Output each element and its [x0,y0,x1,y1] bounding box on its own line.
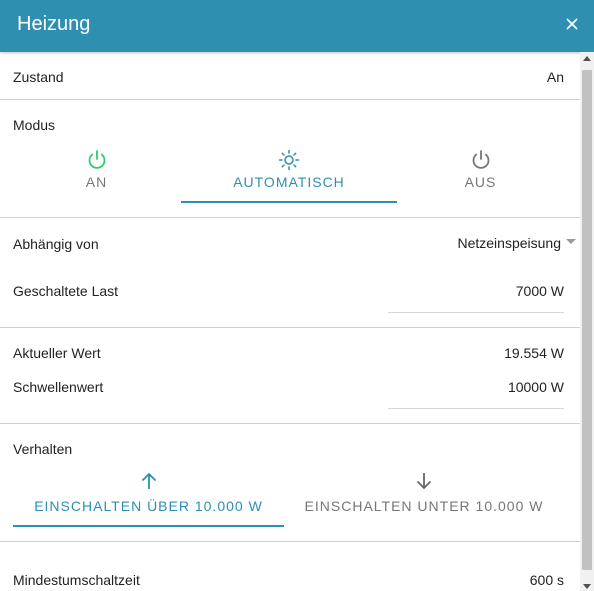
switched-load-underline [388,312,564,313]
behavior-tab-below[interactable]: EINSCHALTEN UNTER 10.000 W [288,467,560,525]
power-icon [472,150,489,169]
dependency-select[interactable]: Netzeinspeisung [457,235,561,251]
scroll-up-icon[interactable] [583,56,591,61]
min-switch-time-input[interactable]: 600 s [530,572,564,588]
threshold-input[interactable]: 10000 W [508,379,564,395]
behavior-tab-below-label: EINSCHALTEN UNTER 10.000 W [304,498,544,514]
behavior-label: Verhalten [13,441,73,457]
threshold-underline [388,408,564,409]
divider [0,217,580,218]
behavior-tab-above-label: EINSCHALTEN ÜBER 10.000 W [34,498,263,514]
dialog-header: Heizung [0,0,594,52]
mode-active-indicator [181,201,397,203]
scroll-down-icon[interactable] [583,584,591,589]
chevron-down-icon[interactable] [566,239,576,244]
status-value: An [546,69,564,85]
status-label: Zustand [13,69,64,85]
arrow-down-icon [416,473,432,490]
mode-tab-automatic[interactable]: AUTOMATISCH [181,144,397,204]
mode-tab-off-label: AUS [464,174,497,190]
divider [0,327,580,328]
mode-label: Modus [13,117,56,133]
divider [0,541,580,542]
close-button[interactable] [563,13,581,35]
current-value-label: Aktueller Wert [13,345,101,361]
current-value: 19.554 W [504,345,564,361]
divider [0,99,580,100]
mode-tab-on[interactable]: AN [13,144,180,204]
behavior-active-indicator [13,525,284,527]
scrollbar[interactable] [580,52,594,591]
dialog-title: Heizung [17,13,91,35]
mode-tab-automatic-label: AUTOMATISCH [233,174,345,190]
arrow-up-icon [141,472,156,489]
scroll-thumb[interactable] [582,70,592,570]
switched-load-input[interactable]: 7000 W [516,283,564,299]
dialog-content: Zustand An Modus AN AUTOMATISCH AUS Abhä… [0,52,580,591]
min-switch-time-label: Mindestumschaltzeit [13,572,140,588]
close-icon [566,18,578,30]
power-icon [88,150,105,169]
behavior-tab-above[interactable]: EINSCHALTEN ÜBER 10.000 W [13,467,284,525]
dependency-label: Abhängig von [13,236,99,252]
divider [0,423,580,424]
mode-tab-on-label: AN [85,174,108,190]
mode-tab-off[interactable]: AUS [397,144,564,204]
switched-load-label: Geschaltete Last [13,283,119,299]
threshold-label: Schwellenwert [13,379,104,395]
sun-icon [278,149,300,171]
